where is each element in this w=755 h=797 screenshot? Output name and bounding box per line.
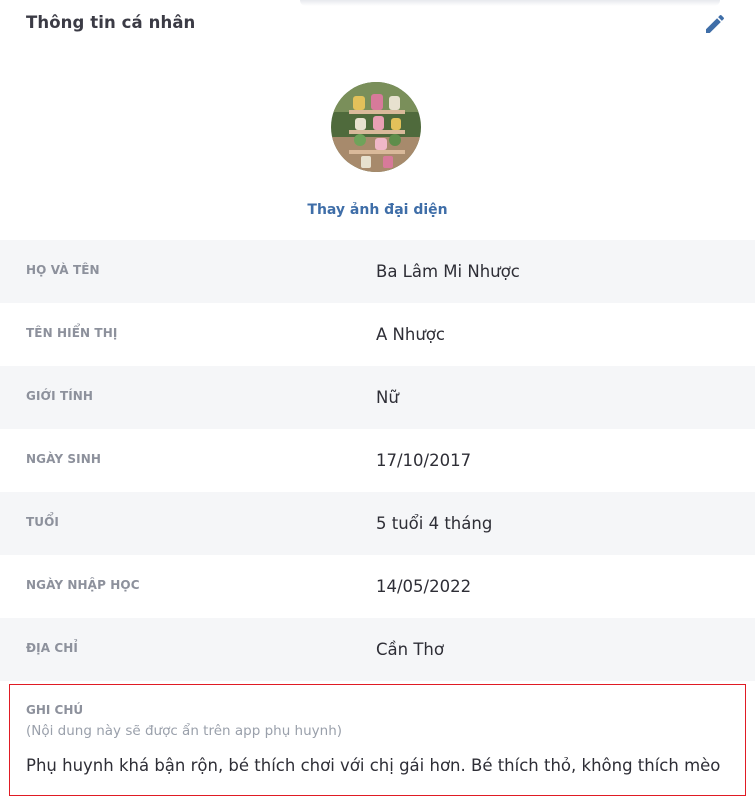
field-label: TÊN HIỂN THỊ [26,326,118,340]
note-text: Phụ huynh khá bận rộn, bé thích chơi với… [26,756,721,775]
field-label: NGÀY NHẬP HỌC [26,578,140,592]
note-hint: (Nội dung này sẽ được ẩn trên app phụ hu… [26,723,343,739]
field-row-full-name: HỌ VÀ TÊN Ba Lâm Mi Nhược [0,240,755,303]
change-avatar-link[interactable]: Thay ảnh đại diện [0,202,755,218]
field-value: 14/05/2022 [376,577,472,596]
field-row-age: TUỔI 5 tuổi 4 tháng [0,492,755,555]
pencil-icon [706,14,725,33]
field-row-display-name: TÊN HIỂN THỊ A Nhược [0,303,755,366]
field-row-enroll-date: NGÀY NHẬP HỌC 14/05/2022 [0,555,755,618]
field-label: ĐỊA CHỈ [26,641,78,655]
note-section: GHI CHÚ (Nội dung này sẽ được ẩn trên ap… [9,684,746,796]
profile-fields: HỌ VÀ TÊN Ba Lâm Mi Nhược TÊN HIỂN THỊ A… [0,240,755,681]
edit-button[interactable] [703,12,727,36]
field-row-birthday: NGÀY SINH 17/10/2017 [0,429,755,492]
note-label: GHI CHÚ [26,703,84,717]
field-value: Nữ [376,388,399,407]
field-value: Ba Lâm Mi Nhược [376,262,520,281]
field-row-gender: GIỚI TÍNH Nữ [0,366,755,429]
field-label: HỌ VÀ TÊN [26,263,100,277]
field-label: TUỔI [26,515,59,529]
page-title: Thông tin cá nhân [26,13,196,32]
field-label: GIỚI TÍNH [26,389,94,403]
field-value: 5 tuổi 4 tháng [376,514,493,533]
field-value: 17/10/2017 [376,451,472,470]
avatar[interactable] [331,82,421,172]
field-value: Cần Thơ [376,640,444,659]
field-row-address: ĐỊA CHỈ Cần Thơ [0,618,755,681]
profile-header: Thông tin cá nhân [0,0,755,48]
avatar-photo [331,82,421,172]
field-label: NGÀY SINH [26,452,101,466]
field-value: A Nhược [376,325,445,344]
